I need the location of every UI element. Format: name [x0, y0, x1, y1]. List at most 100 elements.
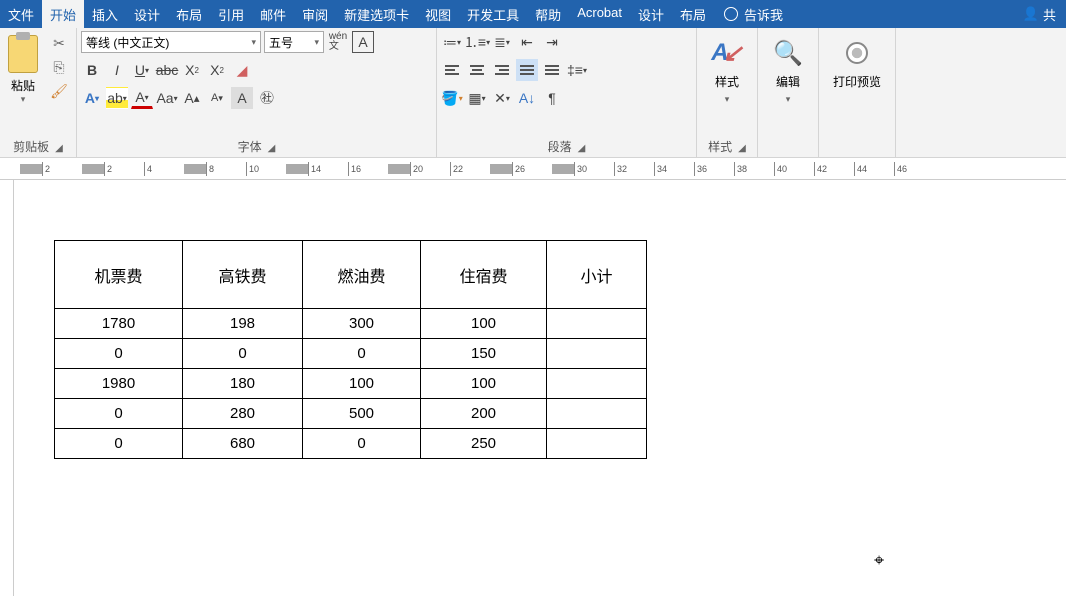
tell-me-search[interactable]: 告诉我	[714, 0, 793, 28]
ruler-indent-marker[interactable]	[82, 164, 104, 174]
ruler-tab-marker[interactable]	[184, 164, 206, 174]
table-cell[interactable]: 0	[303, 339, 421, 369]
shrink-font-button[interactable]: A▾	[206, 87, 228, 109]
numbering-button[interactable]: ⒈≡ ▾	[466, 31, 488, 53]
distributed-button[interactable]	[541, 59, 563, 81]
ruler-right-indent[interactable]	[552, 164, 574, 174]
table-cell[interactable]: 100	[421, 369, 547, 399]
clipboard-launcher[interactable]: ◢	[49, 143, 63, 154]
table-cell[interactable]	[547, 399, 647, 429]
line-spacing-button[interactable]: ‡≡ ▾	[566, 59, 588, 81]
italic-button[interactable]: I	[106, 59, 128, 81]
tab-table-design[interactable]: 设计	[630, 0, 672, 28]
tab-help[interactable]: 帮助	[527, 0, 569, 28]
copy-icon[interactable]: ⎘	[50, 59, 68, 77]
table-cell[interactable]: 1780	[55, 309, 183, 339]
paste-button[interactable]: 粘贴 ▾	[4, 31, 42, 109]
table-cell[interactable]: 100	[303, 369, 421, 399]
table-header-cell[interactable]: 高铁费	[183, 241, 303, 309]
justify-button[interactable]	[516, 59, 538, 81]
table-cell[interactable]: 0	[55, 399, 183, 429]
subscript-button[interactable]: X2	[181, 59, 203, 81]
font-size-combo[interactable]: 五号 ▾	[264, 31, 324, 53]
table-header-cell[interactable]: 住宿费	[421, 241, 547, 309]
ruler-tab-marker[interactable]	[490, 164, 512, 174]
table-cell[interactable]: 0	[303, 429, 421, 459]
sort-button[interactable]: A↓	[516, 87, 538, 109]
multilevel-list-button[interactable]: ≣ ▾	[491, 31, 513, 53]
font-color-button[interactable]: A ▾	[131, 87, 153, 109]
increase-indent-button[interactable]: ⇥	[541, 31, 563, 53]
table-cell[interactable]	[547, 339, 647, 369]
tab-devtools[interactable]: 开发工具	[459, 0, 527, 28]
tab-newtab[interactable]: 新建选项卡	[336, 0, 417, 28]
document-page[interactable]: 机票费 高铁费 燃油费 住宿费 小计 1780 198 300 100 0 0 …	[14, 180, 1066, 596]
table-cell[interactable]: 500	[303, 399, 421, 429]
grow-font-button[interactable]: A▴	[181, 87, 203, 109]
table-cell[interactable]: 0	[55, 429, 183, 459]
table-cell[interactable]: 198	[183, 309, 303, 339]
shading-button[interactable]: 🪣 ▾	[441, 87, 463, 109]
tab-mailings[interactable]: 邮件	[252, 0, 294, 28]
table-cell[interactable]: 0	[55, 339, 183, 369]
table-header-cell[interactable]: 机票费	[55, 241, 183, 309]
table-cell[interactable]: 100	[421, 309, 547, 339]
table-cell[interactable]	[547, 429, 647, 459]
ruler-tab-marker[interactable]	[388, 164, 410, 174]
tab-design[interactable]: 设计	[126, 0, 168, 28]
tab-home[interactable]: 开始	[42, 0, 84, 28]
tab-table-layout[interactable]: 布局	[672, 0, 714, 28]
tab-layout[interactable]: 布局	[168, 0, 210, 28]
bold-button[interactable]: B	[81, 59, 103, 81]
text-effects-button[interactable]: A ▾	[81, 87, 103, 109]
align-left-button[interactable]	[441, 59, 463, 81]
tab-references[interactable]: 引用	[210, 0, 252, 28]
character-shading-button[interactable]: A	[231, 87, 253, 109]
paragraph-launcher[interactable]: ◢	[572, 143, 586, 154]
table-cell[interactable]: 680	[183, 429, 303, 459]
editing-button[interactable]: 🔍 编辑 ▾	[762, 31, 814, 111]
table-cell[interactable]	[547, 309, 647, 339]
align-right-button[interactable]	[491, 59, 513, 81]
tab-acrobat[interactable]: Acrobat	[569, 0, 630, 28]
change-case-button[interactable]: Aa ▾	[156, 87, 178, 109]
tab-view[interactable]: 视图	[417, 0, 459, 28]
format-painter-icon[interactable]: 🖌	[50, 83, 68, 101]
table-header-cell[interactable]: 小计	[547, 241, 647, 309]
tab-review[interactable]: 审阅	[294, 0, 336, 28]
table-cell[interactable]	[547, 369, 647, 399]
table-cell[interactable]: 150	[421, 339, 547, 369]
highlight-button[interactable]: ab ▾	[106, 87, 128, 109]
table-cell[interactable]: 0	[183, 339, 303, 369]
expense-table[interactable]: 机票费 高铁费 燃油费 住宿费 小计 1780 198 300 100 0 0 …	[54, 240, 647, 459]
table-cell[interactable]: 280	[183, 399, 303, 429]
clear-formatting-button[interactable]: ◢	[231, 59, 253, 81]
enclose-characters-button[interactable]: ㊓	[256, 87, 278, 109]
table-cell[interactable]: 250	[421, 429, 547, 459]
table-cell[interactable]: 200	[421, 399, 547, 429]
decrease-indent-button[interactable]: ⇤	[516, 31, 538, 53]
ruler-tab-marker[interactable]	[286, 164, 308, 174]
styles-button[interactable]: A↙ 样式 ▾	[701, 31, 753, 111]
tab-file[interactable]: 文件	[0, 0, 42, 28]
horizontal-ruler[interactable]: 2 2 4 8 10 14 16 20 22 26 30 32 34 36 38…	[0, 158, 1066, 180]
character-border-button[interactable]: A	[352, 31, 374, 53]
print-preview-button[interactable]: 打印预览	[823, 31, 891, 96]
phonetic-guide-button[interactable]: wén文	[327, 31, 349, 53]
show-marks-button[interactable]: ¶	[541, 87, 563, 109]
font-launcher[interactable]: ◢	[262, 143, 276, 154]
borders-button[interactable]: ▦ ▾	[466, 87, 488, 109]
underline-button[interactable]: U ▾	[131, 59, 153, 81]
cut-icon[interactable]: ✂	[50, 35, 68, 53]
strikethrough-button[interactable]: abc	[156, 59, 178, 81]
table-cell[interactable]: 1980	[55, 369, 183, 399]
tab-insert[interactable]: 插入	[84, 0, 126, 28]
table-header-cell[interactable]: 燃油费	[303, 241, 421, 309]
share-button[interactable]: 👤 共	[1013, 0, 1066, 28]
bullets-button[interactable]: ≔ ▾	[441, 31, 463, 53]
superscript-button[interactable]: X2	[206, 59, 228, 81]
table-cell[interactable]: 180	[183, 369, 303, 399]
asian-layout-button[interactable]: ✕ ▾	[491, 87, 513, 109]
table-cell[interactable]: 300	[303, 309, 421, 339]
styles-launcher[interactable]: ◢	[732, 143, 746, 154]
